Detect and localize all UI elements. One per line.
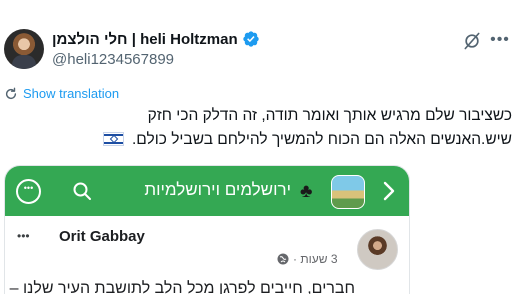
author-avatar[interactable] [4,29,44,69]
group-post: ••• Orit Gabbay 3 שעות · חברים, חייבים ל… [5,216,409,294]
post-author: Orit Gabbay [59,228,145,245]
verified-badge-icon [242,31,259,47]
translate-icon [5,87,17,99]
tweet-line-2-text: שיש.האנשים האלה הם הכוח להמשיך להילחם בש… [132,131,512,148]
group-name: ירושלמים וירושלמיות [144,180,291,199]
post-author-avatar [357,229,398,270]
israel-flag-icon [102,132,124,146]
chevron-right-icon [383,181,395,201]
tweet-line-2: שיש.האנשים האלה הם הכוח להמשיך להילחם בש… [4,128,512,152]
author-display-name[interactable]: חלי הולצמן | heli Holtzman [52,31,238,48]
embedded-screenshot[interactable]: ירושלמים וירושלמיות ♣ ••• Orit Gabbay 3 … [4,165,410,294]
author-name-row[interactable]: חלי הולצמן | heli Holtzman [52,30,260,48]
post-meta: 3 שעות · [277,252,338,266]
more-circle-icon [16,179,41,204]
author-handle[interactable]: @heli1234567899 [52,51,174,68]
post-more-icon: ••• [17,229,30,243]
tweet-text: כשציבור שלם מרגיש אותך ואומר תודה, זה הד… [4,104,512,152]
search-icon [73,182,91,200]
show-translation-label[interactable]: Show translation [23,86,119,101]
grok-icon[interactable] [462,31,482,51]
club-icon: ♣ [300,181,313,202]
post-time: 3 שעות · [293,252,338,266]
show-translation-link[interactable]: Show translation [4,86,119,101]
group-thumbnail [331,175,365,209]
group-header-bar: ירושלמים וירושלמיות ♣ [5,166,409,216]
tweet-line-1: כשציבור שלם מרגיש אותך ואומר תודה, זה הד… [147,107,512,124]
more-options-button[interactable]: ••• [488,31,512,51]
globe-icon [277,253,289,265]
post-text: חברים, חייבים לפרגן מכל הלב לתושבת העיר … [9,280,355,294]
